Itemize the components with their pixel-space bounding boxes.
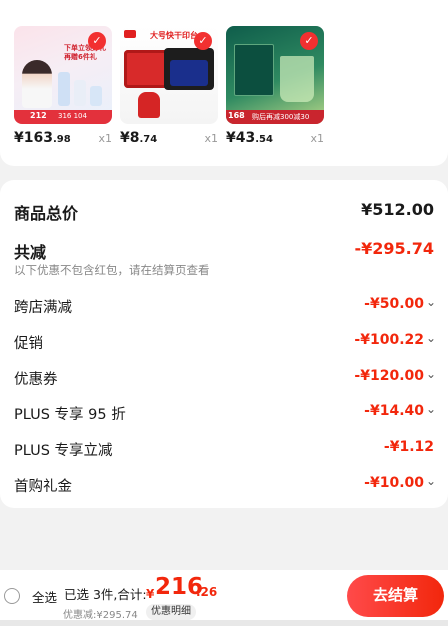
discount-detail-button[interactable]: 优惠明细 [146,604,196,620]
selected-count: 已选 3件,合计: [64,587,147,602]
discount-label: 优惠券 [14,372,58,388]
promo-tag: 168 [228,111,245,120]
ink-pad-blue [170,60,208,86]
discount-label: PLUS 专享 95 折 [14,407,126,423]
discount-label: PLUS 专享立减 [14,443,113,459]
product-thumbnail[interactable]: 大号快干印台 ✓ [120,26,218,124]
total-price-row: 商品总价 ¥512.00 [14,198,434,223]
promo-footer: 316 104 [58,112,87,120]
price-strip: 212 316 104 [14,110,112,124]
discount-value: -¥120.00 [354,368,424,384]
total-amount-dec: .26 [196,585,218,599]
chevron-down-icon[interactable]: ⌄ [426,402,436,416]
product-item[interactable]: 大号快干印台 ✓ ¥8.74 x1 [120,26,218,146]
discount-value: -¥14.40 [364,403,424,419]
discount-value: -¥50.00 [364,296,424,312]
products-card: 下单立领好礼 再赠6件礼 212 316 104 ✓ ¥163.98 x1 大号… [0,0,448,166]
radio-unchecked-icon[interactable] [4,588,20,604]
checkmark-icon[interactable]: ✓ [194,32,212,50]
bottle-image [74,80,86,106]
promo-footer: 购后再减300减30 [252,113,310,121]
chevron-down-icon[interactable]: ⌄ [426,367,436,381]
checkout-bar: 全选 已选 3件,合计: ¥ 216 .26 优惠减:¥295.74 优惠明细 … [0,570,448,626]
price-row: ¥8.74 x1 [120,130,218,148]
bottle-image [58,72,70,106]
discount-row-coupon[interactable]: 优惠券 -¥120.00 ⌄ [14,366,436,390]
product-quantity: x1 [98,132,112,145]
product-thumbnail[interactable]: 下单立领好礼 再赠6件礼 212 316 104 ✓ [14,26,112,124]
discount-value: -¥10.00 [364,475,424,491]
home-indicator-strip [0,620,448,626]
product-quantity: x1 [310,132,324,145]
product-item[interactable]: 168 购后再减300减30 ✓ ¥43.54 x1 [226,26,324,146]
product-banner-text: 大号快干印台 [150,31,198,40]
reduce-note: 以下优惠不包含红包，请在结算页查看 [14,263,210,277]
model-image [22,60,52,108]
total-reduce-row: 共减 -¥295.74 [14,237,434,262]
tea-box-image [234,44,274,96]
discount-row-plus-instant: PLUS 专享立减 -¥1.12 [14,437,434,461]
discount-value: -¥1.12 [383,439,434,455]
total-reduce-value: -¥295.74 [354,239,434,258]
total-price-value: ¥512.00 [361,200,434,219]
checkmark-icon[interactable]: ✓ [88,32,106,50]
total-currency: ¥ [146,587,155,601]
product-quantity: x1 [204,132,218,145]
price-row: ¥163.98 x1 [14,130,112,148]
discount-note: 优惠减:¥295.74 [63,610,138,621]
brand-logo [124,30,136,38]
discount-row-first-purchase[interactable]: 首购礼金 -¥10.00 ⌄ [14,473,436,497]
discount-row-cross-store[interactable]: 跨店满减 -¥50.00 ⌄ [14,294,436,318]
price-strip: 168 购后再减300减30 [226,110,324,124]
product-list: 下单立领好礼 再赠6件礼 212 316 104 ✓ ¥163.98 x1 大号… [14,26,324,146]
select-all-label[interactable]: 全选 [32,587,57,606]
promo-tag: 212 [30,111,47,120]
checkmark-icon[interactable]: ✓ [300,32,318,50]
chevron-down-icon[interactable]: ⌄ [426,474,436,488]
discount-value: -¥100.22 [354,332,424,348]
bottle-image [90,86,102,106]
discount-label: 跨店满减 [14,300,72,316]
price-row: ¥43.54 x1 [226,130,324,148]
price-summary-card: 商品总价 ¥512.00 共减 -¥295.74 以下优惠不包含红包，请在结算页… [0,180,448,508]
product-thumbnail[interactable]: 168 购后再减300减30 ✓ [226,26,324,124]
chevron-down-icon[interactable]: ⌄ [426,295,436,309]
discount-row-promotion[interactable]: 促销 -¥100.22 ⌄ [14,330,436,354]
discount-label: 促销 [14,336,43,352]
product-price: ¥163.98 [14,130,71,146]
stamp-image [138,92,160,118]
product-price: ¥8.74 [120,130,158,146]
discount-label: 首购礼金 [14,479,72,495]
chevron-down-icon[interactable]: ⌄ [426,331,436,345]
discount-row-plus-95[interactable]: PLUS 专享 95 折 -¥14.40 ⌄ [14,401,436,425]
checkout-button[interactable]: 去结算 [347,575,444,617]
product-price: ¥43.54 [226,130,273,146]
product-item[interactable]: 下单立领好礼 再赠6件礼 212 316 104 ✓ ¥163.98 x1 [14,26,112,146]
tea-glass-image [280,56,314,102]
total-reduce-label: 共减 [14,243,47,262]
total-price-label: 商品总价 [14,204,79,223]
